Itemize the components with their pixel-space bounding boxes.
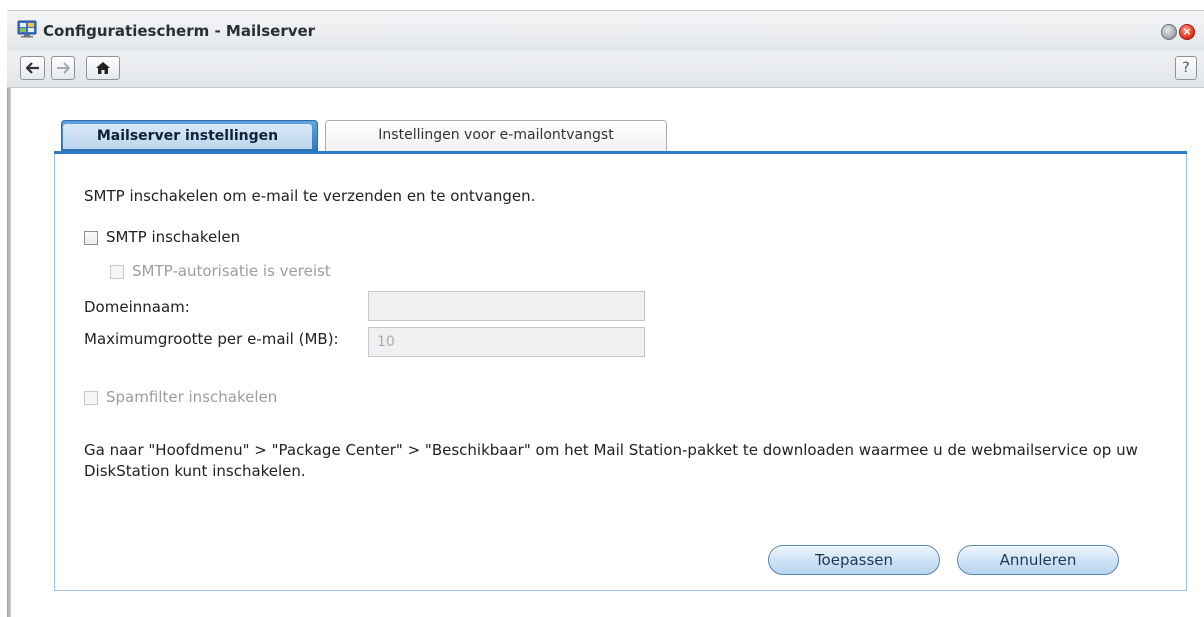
- domain-label: Domeinnaam:: [84, 298, 190, 316]
- help-icon: ?: [1182, 60, 1190, 76]
- smtp-auth-label: SMTP-autorisatie is vereist: [132, 262, 331, 280]
- max-size-label: Maximumgrootte per e-mail (MB):: [84, 330, 339, 348]
- smtp-auth-checkbox[interactable]: [110, 265, 124, 279]
- arrow-right-icon: [56, 62, 70, 74]
- apply-button[interactable]: Toepassen: [768, 545, 940, 575]
- home-button[interactable]: [86, 56, 120, 80]
- forward-button[interactable]: [51, 56, 75, 80]
- spam-filter-checkbox[interactable]: [84, 391, 98, 405]
- max-size-field[interactable]: [368, 327, 645, 357]
- title-bar: Configuratiescherm - Mailserver ×: [7, 10, 1204, 51]
- cancel-button[interactable]: Annuleren: [957, 545, 1119, 575]
- settings-panel: [54, 154, 1187, 591]
- tab-mailserver-settings[interactable]: Mailserver instellingen: [61, 120, 318, 151]
- smtp-enable-label[interactable]: SMTP inschakelen: [106, 228, 240, 246]
- tab-mail-receipt-settings[interactable]: Instellingen voor e-mailontvangst: [325, 120, 667, 151]
- domain-field[interactable]: [368, 291, 645, 321]
- package-center-note: Ga naar "Hoofdmenu" > "Package Center" >…: [84, 441, 1138, 480]
- home-icon: [95, 61, 111, 75]
- spam-filter-label: Spamfilter inschakelen: [106, 388, 278, 406]
- close-icon[interactable]: ×: [1179, 24, 1195, 40]
- control-panel-icon: [17, 20, 37, 38]
- back-button[interactable]: [20, 56, 45, 80]
- window-title: Configuratiescherm - Mailserver: [43, 22, 316, 40]
- tab-label: Instellingen voor e-mailontvangst: [378, 127, 614, 143]
- tab-label: Mailserver instellingen: [63, 124, 312, 149]
- window: Configuratiescherm - Mailserver × ? Mail…: [0, 0, 1204, 617]
- minimize-icon[interactable]: [1161, 24, 1177, 40]
- arrow-left-icon: [25, 62, 40, 74]
- smtp-enable-checkbox[interactable]: [84, 231, 98, 245]
- intro-text: SMTP inschakelen om e-mail te verzenden …: [84, 187, 536, 205]
- toolbar: ?: [7, 51, 1204, 88]
- help-button[interactable]: ?: [1175, 56, 1197, 80]
